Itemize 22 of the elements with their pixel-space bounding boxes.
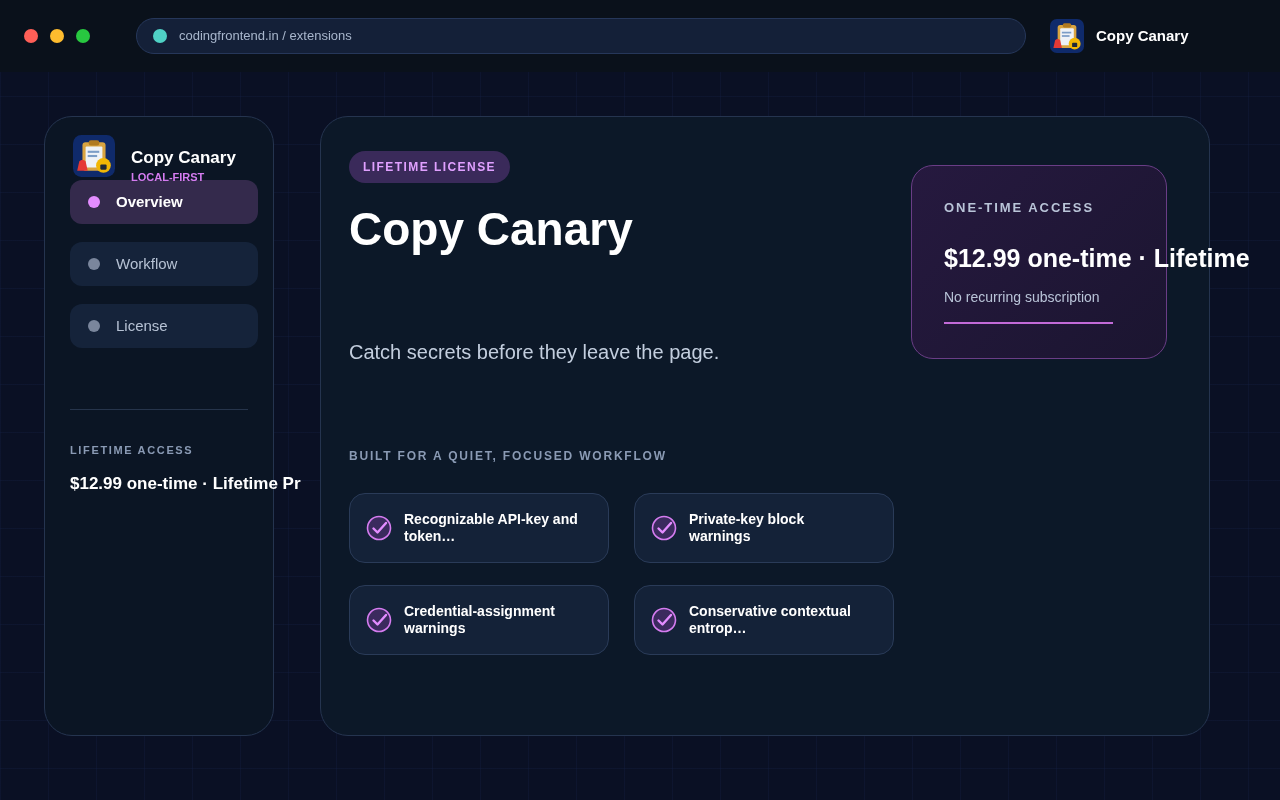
- feature-text: Private-key block warnings: [689, 511, 806, 545]
- feature-text: Credential-assignment warnings: [404, 603, 556, 637]
- sidebar-title: Copy Canary: [131, 149, 236, 167]
- nav-item[interactable]: Overview: [70, 180, 258, 224]
- lifetime-access-label: LIFETIME ACCESS: [70, 443, 195, 458]
- feature-text: Recognizable API-key and token…: [404, 511, 579, 545]
- app-title: Copy Canary: [1096, 25, 1189, 46]
- sidebar-price: $12.99 one-time · Lifetime Pr: [70, 472, 301, 495]
- one-time-access-label: ONE-TIME ACCESS: [944, 199, 1096, 217]
- tagline: Catch secrets before they leave the page.: [349, 340, 721, 365]
- clipboard-app-icon: [73, 135, 115, 177]
- clipboard-app-icon: [1050, 19, 1084, 53]
- no-subscription-note: No recurring subscription: [944, 288, 1101, 307]
- lifetime-license-badge: LIFETIME LICENSE: [349, 151, 511, 183]
- nav-item[interactable]: Workflow: [70, 242, 258, 286]
- price-text: $12.99 one-time · Lifetime: [944, 242, 1250, 274]
- url-text: codingfrontend.in / extensions: [179, 27, 352, 46]
- feature-text: Conservative contextual entrop…: [689, 603, 852, 637]
- address-bar[interactable]: codingfrontend.in / extensions: [136, 18, 1026, 54]
- nav-item[interactable]: License: [70, 304, 258, 348]
- product-title: Copy Canary: [349, 202, 634, 257]
- section-label: BUILT FOR A QUIET, FOCUSED WORKFLOW: [349, 448, 668, 465]
